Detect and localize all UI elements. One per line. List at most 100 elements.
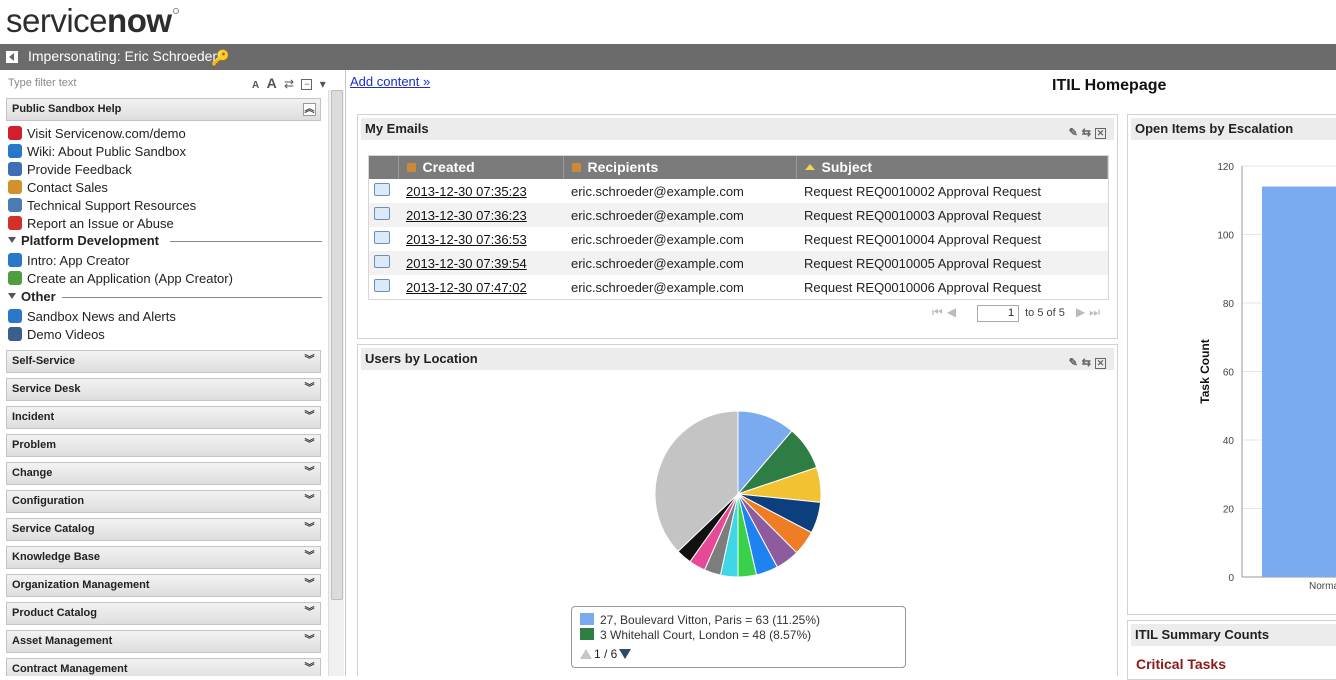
- edit-icon[interactable]: ✎: [1069, 127, 1082, 139]
- widget-title: ITIL Summary Counts: [1135, 627, 1270, 642]
- section-asset-management[interactable]: Asset Management ︾: [6, 630, 321, 653]
- nav-link[interactable]: Technical Support Resources: [8, 197, 196, 215]
- expand-section-icon[interactable]: ︾: [303, 551, 316, 564]
- expand-triangle-icon: [8, 237, 16, 243]
- nav-link[interactable]: Create an Application (App Creator): [8, 270, 233, 288]
- expand-section-icon[interactable]: ︾: [303, 635, 316, 648]
- expand-section-icon[interactable]: ︾: [303, 607, 316, 620]
- section-problem[interactable]: Problem ︾: [6, 434, 321, 457]
- servicenow-logo: servicenow: [6, 2, 179, 42]
- expand-section-icon[interactable]: ︾: [303, 663, 316, 676]
- section-incident[interactable]: Incident ︾: [6, 406, 321, 429]
- refresh-icon[interactable]: ⇆: [1082, 127, 1095, 139]
- legend-item[interactable]: 3 Whitehall Court, London = 48 (8.57%): [580, 628, 811, 643]
- refresh-icon[interactable]: ⇆: [1082, 357, 1095, 369]
- nav-link[interactable]: Provide Feedback: [8, 161, 132, 179]
- collapse-section-icon[interactable]: ︽: [303, 103, 316, 116]
- table-row[interactable]: 2013-12-30 07:36:23 eric.schroeder@exampl…: [368, 203, 1108, 227]
- legend-previous-icon[interactable]: [580, 649, 592, 659]
- font-decrease-icon[interactable]: A: [252, 80, 259, 91]
- help-icon: [8, 144, 22, 158]
- expand-section-icon[interactable]: ︾: [303, 579, 316, 592]
- legend-item[interactable]: 27, Boulevard Vitton, Paris = 63 (11.25%…: [580, 613, 820, 628]
- collapse-nav-icon[interactable]: [6, 51, 18, 63]
- section-product-catalog[interactable]: Product Catalog ︾: [6, 602, 321, 625]
- email-record-icon[interactable]: [374, 231, 390, 244]
- y-tick-label: 80: [1223, 299, 1235, 310]
- nav-link[interactable]: Demo Videos: [8, 326, 105, 344]
- other-heading[interactable]: Other: [8, 289, 56, 305]
- nav-link[interactable]: Report an Issue or Abuse: [8, 215, 174, 233]
- nav-menu-icon[interactable]: ▾: [320, 77, 326, 91]
- support-icon: [8, 198, 22, 212]
- key-icon[interactable]: 🔑: [211, 49, 230, 67]
- email-record-icon[interactable]: [374, 183, 390, 196]
- nav-link[interactable]: Intro: App Creator: [8, 252, 130, 270]
- email-record-icon[interactable]: [374, 255, 390, 268]
- email-record-icon[interactable]: [374, 207, 390, 220]
- widget-title: Users by Location: [365, 351, 478, 366]
- created-link[interactable]: 2013-12-30 07:47:02: [406, 280, 527, 295]
- column-header-created[interactable]: Created: [398, 155, 564, 179]
- table-row[interactable]: 2013-12-30 07:47:02 eric.schroeder@exampl…: [368, 275, 1108, 299]
- expand-section-icon[interactable]: ︾: [303, 523, 316, 536]
- scrollbar-thumb[interactable]: [331, 90, 343, 600]
- next-page-icon[interactable]: ▶: [1076, 305, 1085, 319]
- column-header-subject[interactable]: Subject: [796, 155, 1108, 179]
- expand-section-icon[interactable]: ︾: [303, 383, 316, 396]
- bar[interactable]: [1262, 186, 1336, 578]
- expand-triangle-icon: [8, 293, 16, 299]
- created-link[interactable]: 2013-12-30 07:39:54: [406, 256, 527, 271]
- section-configuration[interactable]: Configuration ︾: [6, 490, 321, 513]
- close-icon[interactable]: ✕: [1095, 128, 1106, 139]
- expand-section-icon[interactable]: ︾: [303, 495, 316, 508]
- section-change[interactable]: Change ︾: [6, 462, 321, 485]
- nav-link[interactable]: Contact Sales: [8, 179, 108, 197]
- refresh-icon[interactable]: ⇄: [284, 77, 294, 91]
- navigator-filter-input[interactable]: [4, 74, 244, 92]
- section-public-sandbox-help[interactable]: Public Sandbox Help ︽: [6, 98, 321, 121]
- section-service-catalog[interactable]: Service Catalog ︾: [6, 518, 321, 541]
- add-content-link[interactable]: Add content »: [350, 74, 430, 89]
- section-knowledge-base[interactable]: Knowledge Base ︾: [6, 546, 321, 569]
- nav-link[interactable]: Visit Servicenow.com/demo: [8, 125, 186, 143]
- edit-icon[interactable]: ✎: [1069, 357, 1082, 369]
- y-tick-label: 20: [1223, 505, 1235, 516]
- expand-section-icon[interactable]: ︾: [303, 439, 316, 452]
- close-icon[interactable]: ✕: [1095, 358, 1106, 369]
- email-record-icon[interactable]: [374, 279, 390, 292]
- sort-ascending-icon[interactable]: [804, 164, 815, 170]
- section-self-service[interactable]: Self-Service ︾: [6, 350, 321, 373]
- navigator-scrollbar[interactable]: [328, 90, 344, 676]
- expand-section-icon[interactable]: ︾: [303, 411, 316, 424]
- critical-tasks-label[interactable]: Critical Tasks: [1136, 656, 1226, 672]
- section-organization-management[interactable]: Organization Management ︾: [6, 574, 321, 597]
- emails-pager: ⏮ ◀ 1 to 5 of 5 ▶ ⏭: [932, 305, 1104, 322]
- column-menu-icon[interactable]: [571, 163, 581, 172]
- table-row[interactable]: 2013-12-30 07:36:53 eric.schroeder@exampl…: [368, 227, 1108, 251]
- legend-next-icon[interactable]: [619, 649, 632, 659]
- created-link[interactable]: 2013-12-30 07:36:53: [406, 232, 527, 247]
- nav-link[interactable]: Sandbox News and Alerts: [8, 308, 176, 326]
- collapse-all-icon[interactable]: −: [301, 79, 313, 91]
- first-page-icon[interactable]: ⏮: [932, 305, 943, 319]
- last-page-icon[interactable]: ⏭: [1089, 305, 1100, 319]
- column-menu-icon[interactable]: [406, 163, 416, 172]
- section-service-desk[interactable]: Service Desk ︾: [6, 378, 321, 401]
- previous-page-icon[interactable]: ◀: [947, 305, 956, 319]
- section-contract-management[interactable]: Contract Management ︾: [6, 658, 321, 676]
- platform-development-heading[interactable]: Platform Development: [8, 233, 159, 249]
- created-link[interactable]: 2013-12-30 07:36:23: [406, 208, 527, 223]
- pie-legend: 27, Boulevard Vitton, Paris = 63 (11.25%…: [571, 606, 906, 668]
- page-number-input[interactable]: 1: [977, 305, 1020, 322]
- application-navigator: A A ⇄ − ▾ Public Sandbox Help ︽ Visit Se…: [0, 70, 346, 676]
- table-row[interactable]: 2013-12-30 07:35:23 eric.schroeder@exampl…: [368, 179, 1108, 203]
- expand-section-icon[interactable]: ︾: [303, 355, 316, 368]
- nav-link[interactable]: Wiki: About Public Sandbox: [8, 143, 186, 161]
- alert-icon: [8, 216, 22, 230]
- expand-section-icon[interactable]: ︾: [303, 467, 316, 480]
- created-link[interactable]: 2013-12-30 07:35:23: [406, 184, 527, 199]
- font-increase-icon[interactable]: A: [267, 75, 277, 91]
- table-row[interactable]: 2013-12-30 07:39:54 eric.schroeder@exampl…: [368, 251, 1108, 275]
- column-header-recipients[interactable]: Recipients: [563, 155, 797, 179]
